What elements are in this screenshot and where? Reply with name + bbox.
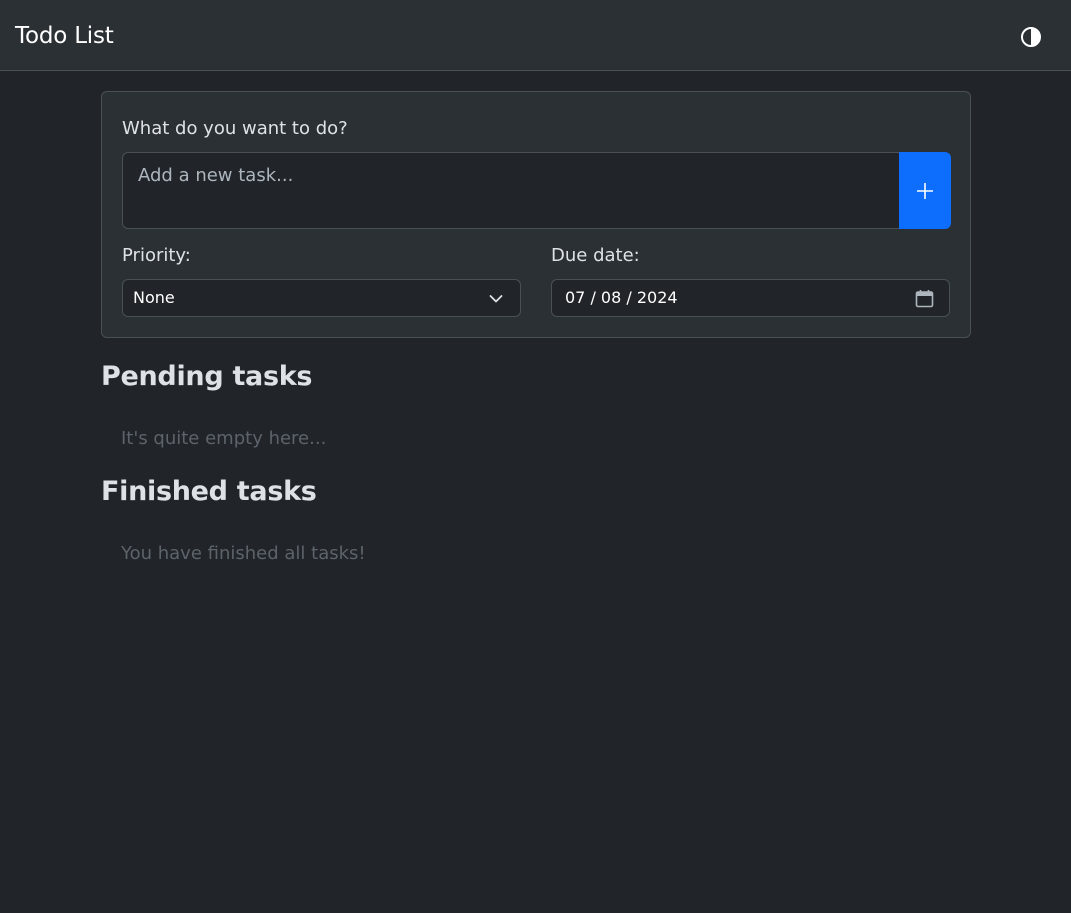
- pending-tasks-heading: Pending tasks: [101, 361, 313, 392]
- calendar-icon[interactable]: [915, 289, 934, 308]
- priority-select[interactable]: None: [122, 279, 521, 317]
- theme-toggle-button[interactable]: [1016, 22, 1046, 52]
- task-input-label: What do you want to do?: [122, 118, 348, 139]
- contrast-icon: [1021, 27, 1041, 47]
- chevron-down-icon: [489, 295, 503, 303]
- priority-select-value: None: [133, 288, 175, 307]
- navbar: Todo List: [0, 0, 1071, 71]
- add-task-button[interactable]: [899, 152, 951, 229]
- finished-empty-message: You have finished all tasks!: [121, 543, 366, 564]
- new-task-form: What do you want to do? Priority: None D…: [101, 91, 971, 338]
- due-date-value: 07 / 08 / 2024: [565, 288, 678, 307]
- due-date-label: Due date:: [551, 245, 640, 266]
- new-task-input[interactable]: [122, 152, 899, 229]
- due-date-input[interactable]: 07 / 08 / 2024: [551, 279, 950, 317]
- finished-tasks-heading: Finished tasks: [101, 476, 317, 507]
- priority-label: Priority:: [122, 245, 191, 266]
- plus-icon: [917, 182, 933, 199]
- app-title: Todo List: [15, 23, 114, 49]
- pending-empty-message: It's quite empty here...: [121, 428, 327, 449]
